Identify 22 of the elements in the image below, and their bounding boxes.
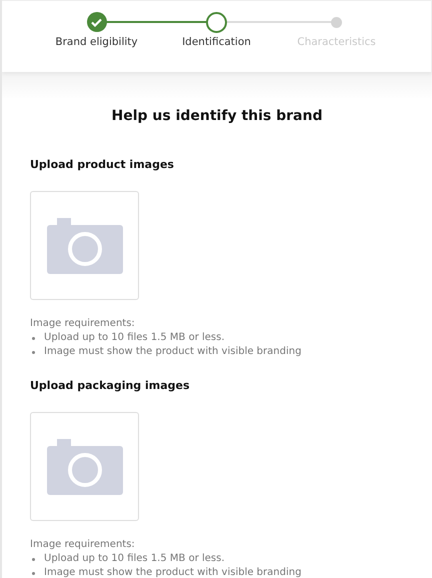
section-heading: Upload packaging images — [30, 379, 191, 392]
requirements-title: Image requirements: — [30, 317, 136, 331]
requirement-text: Image must show the product with visible branding — [44, 345, 302, 359]
step-circle-icon — [331, 16, 342, 28]
camera-icon — [46, 218, 122, 274]
step-circle-icon — [206, 12, 227, 32]
requirements-title: Image requirements: — [30, 538, 136, 552]
check-icon — [86, 12, 106, 32]
bullet-icon — [32, 336, 35, 340]
requirement-text: Image must show the product with visible branding — [44, 566, 302, 578]
step-label[interactable]: Brand eligibility — [55, 36, 138, 48]
step-label[interactable]: Identification — [182, 36, 251, 48]
section-heading: Upload product images — [30, 158, 175, 171]
page-title: Help us identify this brand — [110, 108, 324, 124]
bullet-icon — [32, 350, 35, 354]
bullet-icon — [32, 558, 35, 560]
image-upload-button[interactable] — [30, 191, 139, 300]
camera-icon — [46, 438, 122, 494]
requirement-text: Upload up to 10 files 1.5 MB or less. — [44, 331, 225, 345]
image-upload-button[interactable] — [30, 412, 139, 521]
bullet-icon — [32, 572, 35, 574]
requirement-text: Upload up to 10 files 1.5 MB or less. — [44, 552, 225, 566]
